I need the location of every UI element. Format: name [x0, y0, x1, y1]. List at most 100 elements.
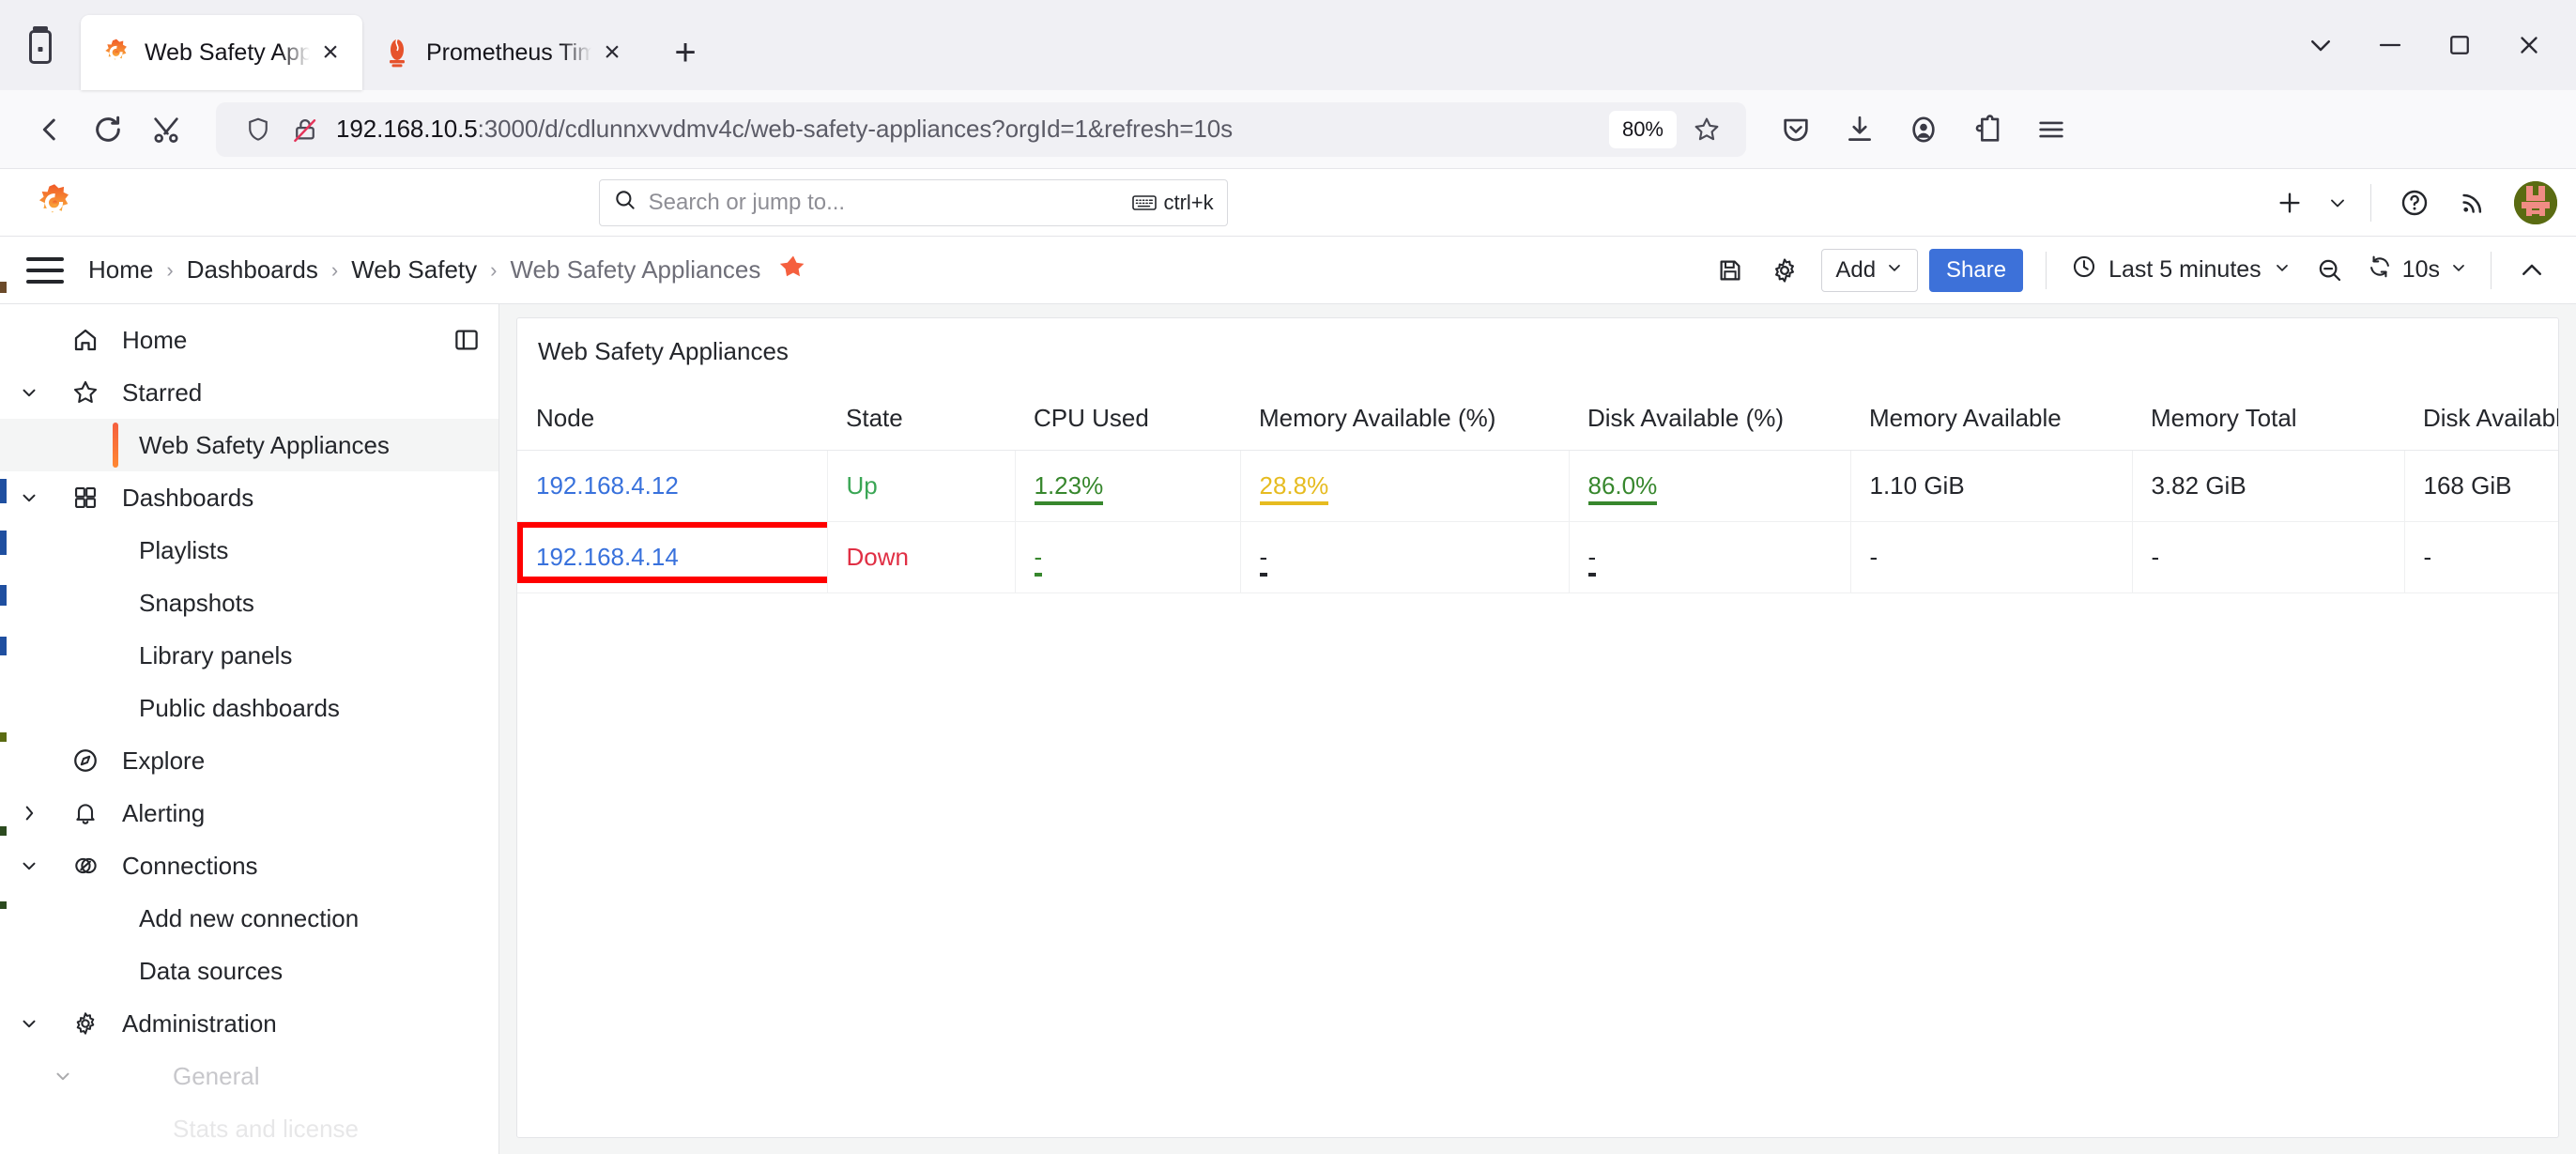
column-header-disk-available[interactable]: Disk Available	[2404, 400, 2558, 451]
sidebar-item-snapshots[interactable]: Snapshots	[0, 577, 498, 629]
dock-menu-icon[interactable]	[448, 321, 485, 359]
shield-icon[interactable]	[237, 108, 280, 151]
cell-cpu-used: -	[1015, 521, 1241, 593]
cell-disk-available-pct: 86.0%	[1569, 450, 1851, 522]
firefox-view-icon	[26, 26, 54, 64]
column-header-memory-available[interactable]: Memory Available	[1850, 400, 2132, 451]
tab-close-button[interactable]: ×	[314, 36, 347, 69]
node-link[interactable]: 192.168.4.14	[536, 543, 679, 571]
plus-icon[interactable]	[2263, 177, 2316, 229]
user-avatar[interactable]	[2513, 180, 2557, 224]
sidebar-item-label: Web Safety Appliances	[139, 430, 390, 459]
insecure-connection-icon[interactable]	[284, 108, 327, 151]
screenshot-tool-icon[interactable]	[137, 100, 195, 159]
metric-value: -	[1034, 543, 1043, 577]
column-header-node[interactable]: Node	[517, 400, 827, 451]
column-header-disk-available-pct[interactable]: Disk Available (%)	[1569, 400, 1850, 451]
zoom-level-badge[interactable]: 80%	[1608, 110, 1677, 148]
back-icon[interactable]	[21, 100, 79, 159]
sidebar-item-dashboards[interactable]: Dashboards	[0, 471, 498, 524]
expander-icon[interactable]	[0, 487, 58, 508]
cell-disk-available-pct: -	[1569, 521, 1851, 593]
sidebar-item-library-panels[interactable]: Library panels	[0, 629, 498, 682]
refresh-picker[interactable]: 10s	[2359, 254, 2476, 286]
expander-icon[interactable]	[0, 1013, 58, 1034]
cell-memory-available-pct: 28.8%	[1240, 450, 1570, 522]
sidebar-item-label: Connections	[122, 851, 258, 880]
sidebar-item-playlists[interactable]: Playlists	[0, 524, 498, 577]
browser-tab-0[interactable]: Web Safety Appliances - Web Safety ×	[81, 15, 362, 90]
extensions-icon[interactable]	[1958, 100, 2016, 159]
add-panel-button[interactable]: Add	[1821, 248, 1919, 292]
sidebar-item-connections[interactable]: Connections	[0, 839, 498, 892]
refresh-dashboard-icon[interactable]	[2367, 254, 2393, 286]
breadcrumb-item-home[interactable]: Home	[88, 255, 153, 285]
cell-node[interactable]: 192.168.4.14	[517, 521, 828, 593]
menu-toggle-button[interactable]	[19, 244, 71, 297]
gear-icon	[58, 1010, 113, 1037]
breadcrumb-item-web-safety[interactable]: Web Safety	[351, 255, 477, 285]
downloads-icon[interactable]	[1831, 100, 1889, 159]
browser-tab-1[interactable]: Prometheus Time Series Collection and Pr…	[362, 15, 644, 90]
app-menu-icon[interactable]	[2022, 100, 2080, 159]
column-header-cpu-used[interactable]: CPU Used	[1015, 400, 1240, 451]
node-link[interactable]: 192.168.4.12	[536, 471, 679, 500]
tab-title: Prometheus Time Series Collection and Pr…	[426, 38, 591, 66]
sidebar-item-alerting[interactable]: Alerting	[0, 787, 498, 839]
sidebar-item-general[interactable]: General	[0, 1050, 498, 1102]
account-icon[interactable]	[1894, 100, 1953, 159]
address-bar[interactable]: 192.168.10.5:3000/d/cdlunnxvvdmv4c/web-s…	[216, 101, 1746, 157]
breadcrumb-item-dashboards[interactable]: Dashboards	[187, 255, 318, 285]
time-range-picker[interactable]: Last 5 minutes	[2062, 254, 2301, 286]
grafana-app: Search or jump to... ctrl+k Home › Dashb…	[0, 169, 2576, 1154]
sidebar-item-web-safety-appliances[interactable]: Web Safety Appliances	[0, 419, 498, 471]
list-all-tabs-button[interactable]	[2291, 15, 2351, 75]
chevron-down-icon[interactable]	[2322, 177, 2354, 229]
grafana-logo[interactable]	[28, 177, 81, 229]
tab-close-button[interactable]: ×	[595, 36, 629, 69]
column-header-state[interactable]: State	[827, 400, 1015, 451]
firefox-view-button[interactable]	[0, 0, 81, 90]
sidebar-item-data-sources[interactable]: Data sources	[0, 945, 498, 997]
maximize-window-button[interactable]	[2430, 15, 2490, 75]
panel-title: Web Safety Appliances	[538, 337, 789, 365]
cell-node[interactable]: 192.168.4.12	[517, 450, 828, 522]
metric-value: -	[1587, 543, 1597, 577]
collapse-toolbar-icon[interactable]	[2507, 245, 2557, 296]
expander-icon[interactable]	[0, 855, 58, 876]
close-window-button[interactable]	[2499, 15, 2559, 75]
search-input[interactable]: Search or jump to... ctrl+k	[598, 178, 1228, 226]
url-host: 192.168.10.5	[336, 115, 478, 143]
pocket-icon[interactable]	[1767, 100, 1825, 159]
bookmark-star-icon[interactable]	[1682, 105, 1731, 154]
minimize-window-button[interactable]	[2360, 15, 2420, 75]
table-header-row: Node State CPU Used Memory Available (%)…	[517, 400, 2558, 451]
dashboard-toolbar: Add Share Last 5 minutes 10s	[1705, 245, 2557, 296]
share-button[interactable]: Share	[1929, 248, 2024, 292]
table-row: 192.168.4.12 Up 1.23% 28.8% 86.0% 1.10 G…	[517, 450, 2558, 522]
search-shortcut-text: ctrl+k	[1163, 190, 1214, 214]
sidebar-item-home[interactable]: Home	[0, 314, 498, 366]
save-dashboard-icon[interactable]	[1705, 245, 1756, 296]
sidebar-item-starred[interactable]: Starred	[0, 366, 498, 419]
url-text: 192.168.10.5:3000/d/cdlunnxvvdmv4c/web-s…	[336, 115, 1609, 144]
sidebar-item-add-new-connection[interactable]: Add new connection	[0, 892, 498, 945]
zoom-out-time-range-icon[interactable]	[2305, 245, 2355, 296]
sidebar-item-stats-and-license[interactable]: Stats and license	[0, 1102, 498, 1154]
sidebar-item-administration[interactable]: Administration	[0, 997, 498, 1050]
help-icon[interactable]	[2388, 177, 2441, 229]
reload-icon[interactable]	[79, 100, 137, 159]
news-icon[interactable]	[2446, 177, 2499, 229]
new-tab-button[interactable]: +	[659, 26, 712, 79]
sidebar-item-public-dashboards[interactable]: Public dashboards	[0, 682, 498, 734]
column-header-memory-available-pct[interactable]: Memory Available (%)	[1240, 400, 1569, 451]
sidebar-item-explore[interactable]: Explore	[0, 734, 498, 787]
dashboard-settings-icon[interactable]	[1759, 245, 1810, 296]
column-header-memory-total[interactable]: Memory Total	[2132, 400, 2404, 451]
metric-value: 1.23%	[1034, 471, 1104, 505]
star-icon[interactable]	[779, 253, 807, 287]
cell-cpu-used: 1.23%	[1015, 450, 1241, 522]
expander-icon[interactable]	[0, 382, 58, 403]
expander-icon[interactable]	[0, 803, 58, 823]
expander-icon[interactable]	[34, 1066, 92, 1086]
